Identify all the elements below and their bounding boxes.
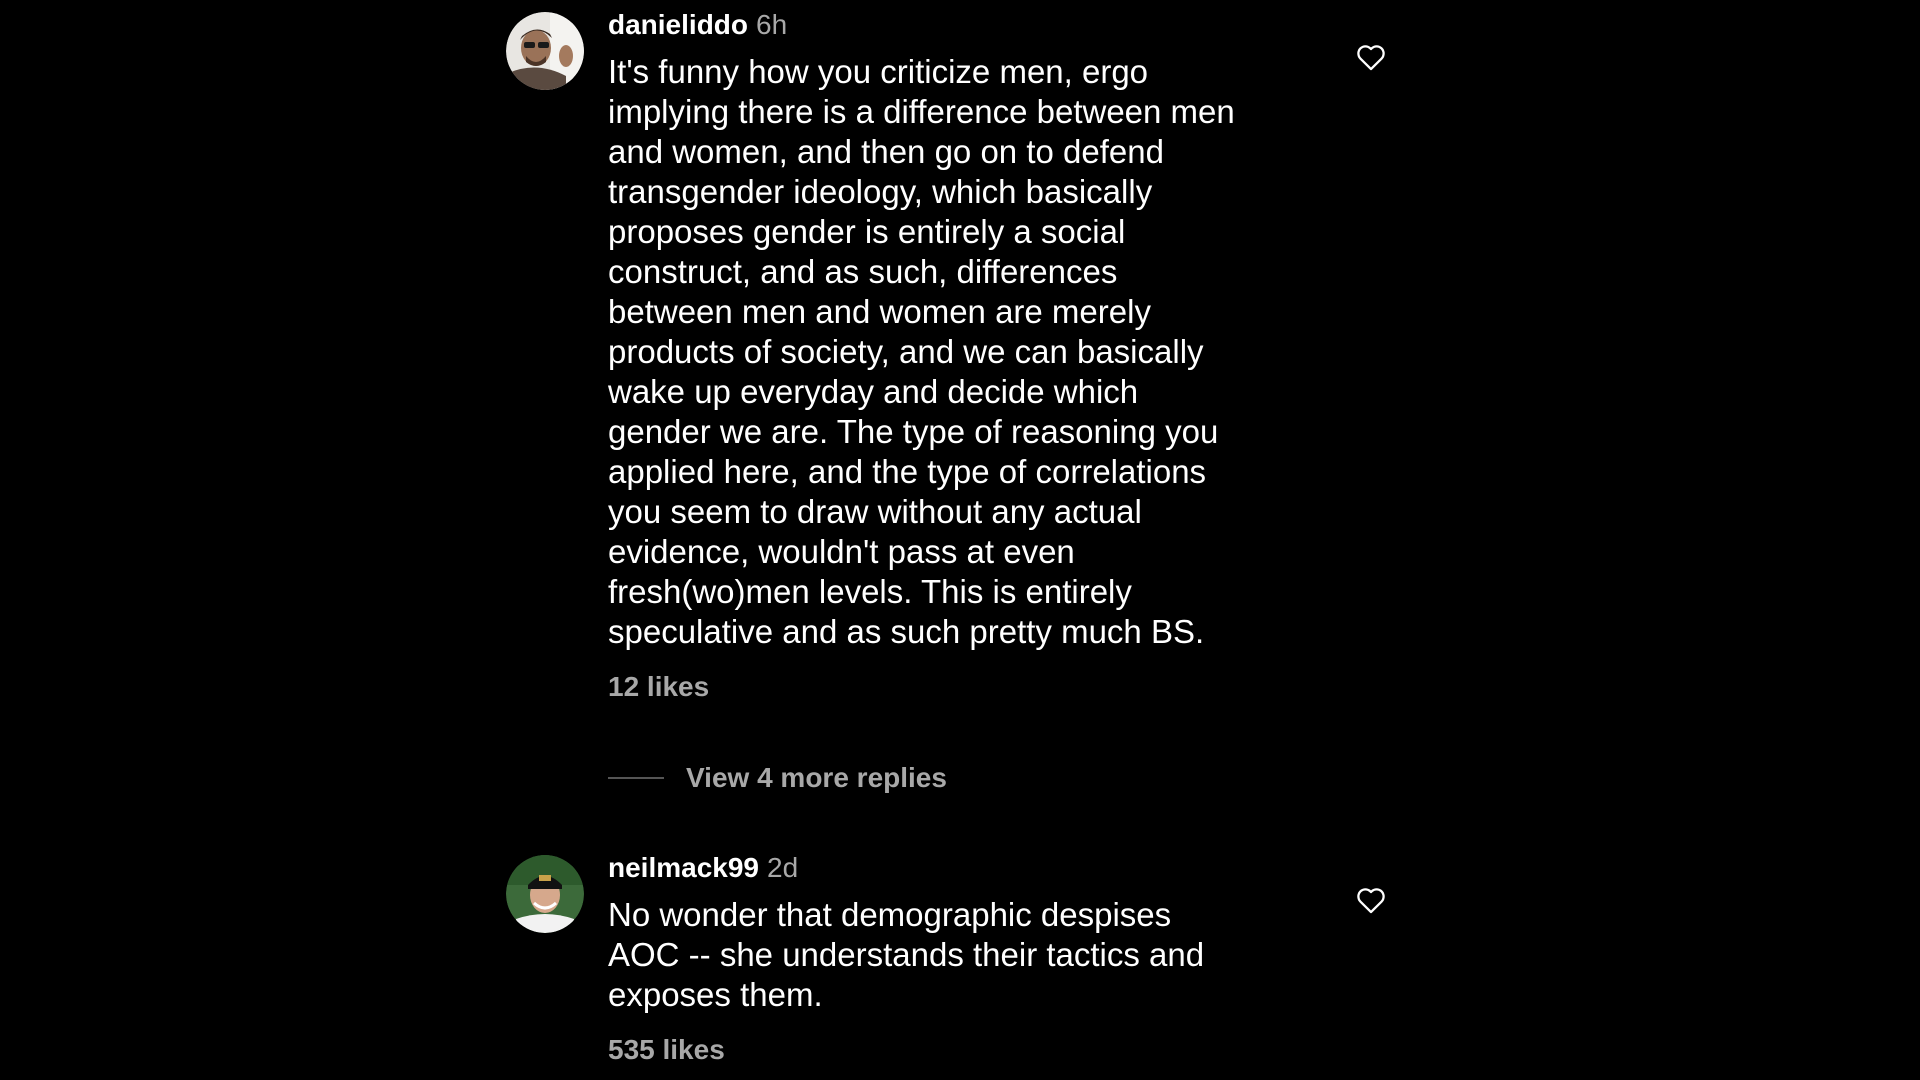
avatar-photo xyxy=(506,855,584,933)
comment-text: It's funny how you criticize men, ergo i… xyxy=(608,53,1235,650)
comment-header: danieliddo 6h xyxy=(608,10,1308,40)
comment-body: danieliddo 6h It's funny how you criticiz… xyxy=(608,10,1308,704)
comment-text: No wonder that demographic despises AOC … xyxy=(608,896,1205,1013)
comments-thread: danieliddo 6h It's funny how you criticiz… xyxy=(0,0,1920,1080)
avatar-photo xyxy=(506,12,584,90)
view-more-replies-button[interactable]: View 4 more replies xyxy=(608,758,947,798)
username[interactable]: danieliddo xyxy=(608,9,748,40)
avatar[interactable] xyxy=(506,12,584,90)
comment-body: neilmack99 2d No wonder that demographic … xyxy=(608,853,1308,1067)
heart-outline-icon[interactable] xyxy=(1354,40,1388,74)
avatar[interactable] xyxy=(506,855,584,933)
replies-divider xyxy=(608,777,664,779)
heart-outline-icon[interactable] xyxy=(1354,883,1388,917)
view-replies-label: View 4 more replies xyxy=(686,762,947,793)
likes-count[interactable]: 535 likes xyxy=(608,1033,1308,1067)
username[interactable]: neilmack99 xyxy=(608,852,759,883)
likes-count[interactable]: 12 likes xyxy=(608,670,1308,704)
comment-time: 6h xyxy=(756,9,788,40)
comment-time: 2d xyxy=(767,852,799,883)
comment-header: neilmack99 2d xyxy=(608,853,1308,883)
